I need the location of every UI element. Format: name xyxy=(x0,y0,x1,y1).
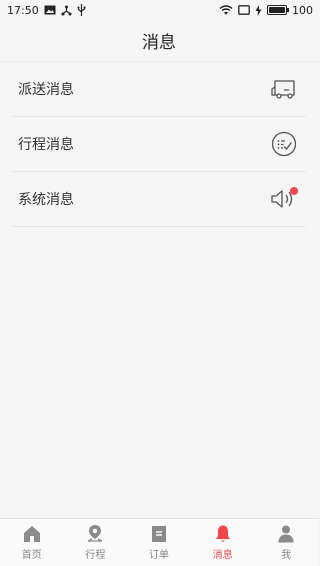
usb-debug-icon xyxy=(61,5,72,16)
battery-icon xyxy=(267,5,289,15)
battery-level: 100 xyxy=(292,3,313,17)
tab-label: 订单 xyxy=(148,550,169,561)
tab-home[interactable]: 首页 xyxy=(0,519,63,566)
tab-orders[interactable]: 订单 xyxy=(127,519,190,566)
page-title: 消息 xyxy=(142,33,176,53)
status-time: 17:50 xyxy=(7,3,39,17)
screen-icon xyxy=(238,5,250,15)
tab-messages[interactable]: 消息 xyxy=(191,519,254,566)
delivery-messages-item[interactable]: 派送消息 xyxy=(12,62,306,117)
speaker-icon xyxy=(270,185,298,213)
delivery-truck-icon xyxy=(270,75,298,103)
checklist-icon xyxy=(270,130,298,158)
unread-badge xyxy=(290,187,298,195)
status-bar-right: 100 xyxy=(219,4,313,17)
message-category-list: 派送消息 行程消息 系统消息 xyxy=(0,62,318,227)
list-item-label: 系统消息 xyxy=(18,192,74,208)
system-messages-item[interactable]: 系统消息 xyxy=(12,172,306,227)
charging-icon xyxy=(255,4,262,16)
tab-label: 行程 xyxy=(85,550,106,561)
image-icon xyxy=(44,5,56,15)
tab-bar: 首页 行程 订单 消息 我 xyxy=(0,518,318,566)
home-icon xyxy=(22,524,42,544)
tab-label: 消息 xyxy=(212,550,233,561)
bell-icon xyxy=(213,524,233,544)
usb-icon xyxy=(77,4,86,16)
wifi-icon xyxy=(219,5,233,15)
list-item-label: 行程消息 xyxy=(18,137,74,153)
status-bar-left: 17:50 xyxy=(7,4,86,17)
trip-messages-item[interactable]: 行程消息 xyxy=(12,117,306,172)
location-pin-icon xyxy=(85,524,105,544)
tab-me[interactable]: 我 xyxy=(255,519,318,566)
order-icon xyxy=(149,524,169,544)
user-icon xyxy=(276,524,296,544)
header: 消息 xyxy=(0,20,318,62)
tab-label: 我 xyxy=(281,550,292,561)
list-item-label: 派送消息 xyxy=(18,82,74,98)
tab-label: 首页 xyxy=(21,550,42,561)
tab-trip[interactable]: 行程 xyxy=(64,519,127,566)
status-bar: 17:50 100 xyxy=(0,0,318,20)
